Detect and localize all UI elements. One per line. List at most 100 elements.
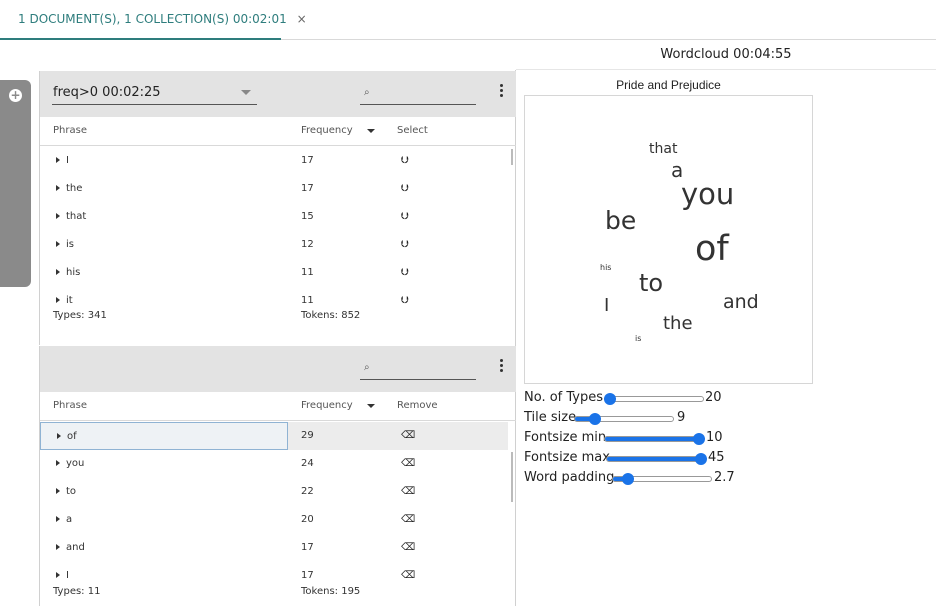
eraser-icon[interactable]: ⌫ [401, 450, 415, 478]
types-count: Types: 11 [53, 586, 101, 597]
wordcloud-title: Pride and Prejudice [616, 78, 721, 92]
phrase-cell: a [66, 514, 73, 525]
table-row[interactable]: I 17 ⮋ [40, 147, 508, 175]
side-rail: + [0, 80, 31, 287]
fontsize-min-slider[interactable] [604, 433, 705, 445]
wordcloud-word: I [604, 295, 610, 316]
slider-handle[interactable] [588, 413, 601, 425]
fontsize-max-slider-value: 45 [708, 450, 725, 465]
query-select[interactable]: freq>0 00:02:25 [52, 82, 257, 105]
eraser-icon[interactable]: ⌫ [401, 422, 415, 450]
slider-handle[interactable] [695, 453, 707, 465]
table-row[interactable]: of 29 ⌫ [40, 422, 508, 450]
tile-size-slider[interactable] [574, 413, 674, 425]
frequency-cell: 22 [301, 486, 314, 497]
table-body: of 29 ⌫ you 24 ⌫ to 22 ⌫ a 20 ⌫ and 17 ⌫… [40, 422, 508, 588]
table-row[interactable]: you 24 ⌫ [40, 450, 508, 478]
eraser-icon[interactable]: ⌫ [401, 534, 415, 562]
frequency-cell: 24 [301, 458, 314, 469]
wordcloud-word: to [639, 269, 664, 297]
table-row[interactable]: to 22 ⌫ [40, 478, 508, 506]
eraser-icon[interactable]: ⌫ [401, 506, 415, 534]
more-options-icon[interactable] [498, 359, 504, 375]
slider-handle[interactable] [621, 473, 634, 485]
tile-size-slider-control: Tile size 9 [524, 410, 754, 430]
table-row[interactable]: a 20 ⌫ [40, 506, 508, 534]
download-icon[interactable]: ⮋ [401, 231, 409, 259]
phrase-cell: it [66, 295, 73, 305]
types-slider[interactable] [603, 393, 704, 405]
table-row[interactable]: is 12 ⮋ [40, 231, 508, 259]
download-icon[interactable]: ⮋ [401, 147, 409, 175]
column-header-phrase[interactable]: Phrase [53, 400, 87, 411]
frequency-cell: 15 [301, 211, 314, 222]
types-slider-control: No. of Types 20 [524, 390, 754, 410]
selected-phrases-panel: ⌕ Phrase Frequency Remove of 29 ⌫ you 24… [39, 346, 516, 606]
table-row[interactable]: his 11 ⮋ [40, 259, 508, 287]
table-row[interactable]: that 15 ⮋ [40, 203, 508, 231]
table-row[interactable]: I 17 ⌫ [40, 562, 508, 588]
expand-arrow-icon[interactable] [56, 269, 60, 275]
frequency-cell: 17 [301, 570, 314, 581]
query-select-value: freq>0 00:02:25 [53, 85, 161, 100]
slider-fill [605, 437, 702, 441]
sort-desc-icon[interactable] [367, 129, 375, 133]
frequency-cell: 12 [301, 239, 314, 250]
tab-documents[interactable]: 1 DOCUMENT(S), 1 COLLECTION(S) 00:02:01 … [0, 0, 307, 40]
expand-arrow-icon[interactable] [57, 433, 61, 439]
expand-arrow-icon[interactable] [56, 241, 60, 247]
slider-handle[interactable] [693, 433, 705, 445]
download-icon[interactable]: ⮋ [401, 175, 409, 203]
word-padding-slider-label: Word padding [524, 470, 615, 485]
download-icon[interactable]: ⮋ [401, 259, 409, 287]
expand-arrow-icon[interactable] [56, 516, 60, 522]
slider-handle[interactable] [603, 393, 616, 405]
expand-arrow-icon[interactable] [56, 460, 60, 466]
wordcloud-panel-title: Wordcloud 00:04:55 [516, 40, 936, 70]
download-icon[interactable]: ⮋ [401, 203, 409, 231]
tab-bar: 1 DOCUMENT(S), 1 COLLECTION(S) 00:02:01 … [0, 0, 936, 40]
wordcloud-word: you [681, 177, 735, 211]
table-row[interactable]: the 17 ⮋ [40, 175, 508, 203]
fontsize-min-slider-control: Fontsize min 10 [524, 430, 754, 450]
column-header-phrase[interactable]: Phrase [53, 125, 87, 136]
expand-arrow-icon[interactable] [56, 297, 60, 303]
word-padding-slider-control: Word padding 2.7 [524, 470, 754, 490]
panel-header: freq>0 00:02:25 ⌕ [40, 71, 516, 117]
more-options-icon[interactable] [498, 84, 504, 100]
expand-arrow-icon[interactable] [56, 544, 60, 550]
search-input[interactable]: ⌕ [360, 82, 476, 105]
sort-desc-icon[interactable] [367, 404, 375, 408]
expand-arrow-icon[interactable] [56, 488, 60, 494]
wordcloud-word: of [695, 229, 729, 269]
plus-circle-icon[interactable]: + [9, 89, 22, 102]
wordcloud-word: that [649, 141, 678, 157]
column-header-frequency[interactable]: Frequency [301, 400, 353, 411]
eraser-icon[interactable]: ⌫ [401, 562, 415, 588]
phrase-cell: I [66, 570, 69, 581]
fontsize-min-slider-value: 10 [706, 430, 723, 445]
expand-arrow-icon[interactable] [56, 572, 60, 578]
table-row[interactable]: it 11 ⮋ [40, 287, 508, 305]
search-input[interactable]: ⌕ [360, 357, 476, 380]
word-padding-slider[interactable] [612, 473, 712, 485]
column-header-frequency[interactable]: Frequency [301, 125, 353, 136]
frequency-cell: 17 [301, 542, 314, 553]
scrollbar[interactable] [511, 149, 513, 165]
expand-arrow-icon[interactable] [56, 213, 60, 219]
table-row[interactable]: and 17 ⌫ [40, 534, 508, 562]
table-body: I 17 ⮋ the 17 ⮋ that 15 ⮋ is 12 ⮋ his 11… [40, 147, 508, 305]
fontsize-max-slider[interactable] [606, 453, 707, 465]
close-icon[interactable]: × [297, 12, 307, 26]
types-slider-value: 20 [705, 390, 722, 405]
panel-divider[interactable] [515, 70, 516, 606]
expand-arrow-icon[interactable] [56, 157, 60, 163]
eraser-icon[interactable]: ⌫ [401, 478, 415, 506]
download-icon[interactable]: ⮋ [401, 287, 409, 305]
phrase-cell: to [66, 486, 77, 497]
scrollbar[interactable] [511, 452, 513, 502]
frequency-cell: 29 [301, 430, 314, 441]
fontsize-min-slider-label: Fontsize min [524, 430, 607, 445]
expand-arrow-icon[interactable] [56, 185, 60, 191]
column-header-select: Select [397, 125, 428, 136]
